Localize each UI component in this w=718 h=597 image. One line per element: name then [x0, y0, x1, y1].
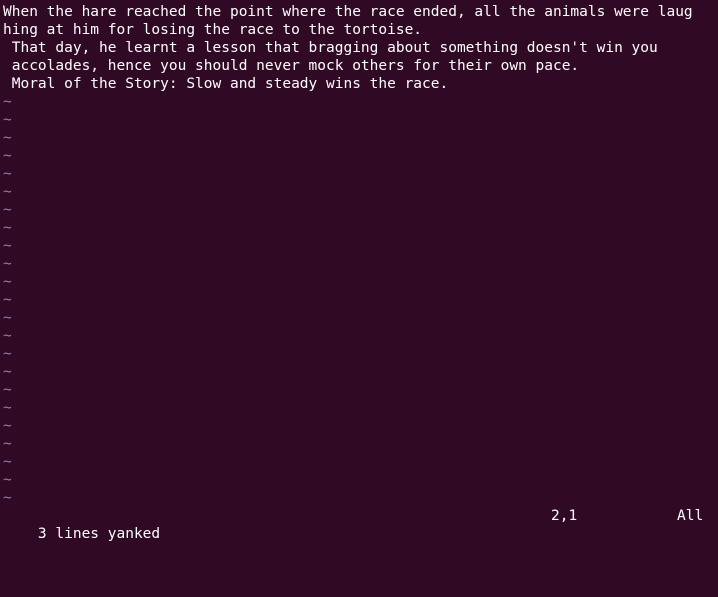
editor-buffer[interactable]: When the hare reached the point where th…: [0, 3, 718, 93]
text-line[interactable]: That day, he learnt a lesson that braggi…: [0, 39, 718, 57]
empty-line-tilde: ~: [3, 238, 12, 254]
scroll-percent: All: [677, 508, 704, 524]
empty-line-tilde: ~: [3, 130, 12, 146]
empty-line-tilde: ~: [3, 346, 12, 362]
empty-line-tilde: ~: [3, 400, 12, 416]
text-line[interactable]: hing at him for losing the race to the t…: [0, 21, 718, 39]
status-line: 3 lines yanked 2,1 All: [0, 507, 718, 542]
empty-line-tilde: ~: [3, 184, 12, 200]
text-line[interactable]: Moral of the Story: Slow and steady wins…: [0, 75, 718, 93]
vim-terminal[interactable]: When the hare reached the point where th…: [0, 0, 718, 542]
empty-line-tilde: ~: [3, 472, 12, 488]
empty-line-tilde: ~: [3, 202, 12, 218]
empty-line-tilde: ~: [3, 220, 12, 236]
empty-line-tilde: ~: [3, 328, 12, 344]
empty-line-tilde: ~: [3, 274, 12, 290]
empty-line-tilde: ~: [3, 256, 12, 272]
empty-line-tilde: ~: [3, 382, 12, 398]
empty-line-tilde: ~: [3, 490, 12, 506]
empty-line-tilde: ~: [3, 292, 12, 308]
empty-line-tilde: ~: [3, 436, 12, 452]
empty-line-tilde: ~: [3, 148, 12, 164]
empty-line-markers: ~ ~ ~ ~ ~ ~ ~ ~ ~ ~ ~ ~ ~ ~ ~ ~ ~ ~ ~ ~ ~ ~ ~: [0, 93, 718, 507]
empty-line-tilde: ~: [3, 454, 12, 470]
empty-line-tilde: ~: [3, 112, 12, 128]
empty-line-tilde: ~: [3, 364, 12, 380]
text-line[interactable]: accolades, hence you should never mock o…: [0, 57, 718, 75]
empty-line-tilde: ~: [3, 166, 12, 182]
empty-line-tilde: ~: [3, 310, 12, 326]
empty-line-tilde: ~: [3, 94, 12, 110]
empty-line-tilde: ~: [3, 418, 12, 434]
cursor-position: 2,1: [551, 508, 578, 524]
text-line[interactable]: When the hare reached the point where th…: [0, 3, 718, 21]
status-message: 3 lines yanked: [37, 526, 161, 542]
